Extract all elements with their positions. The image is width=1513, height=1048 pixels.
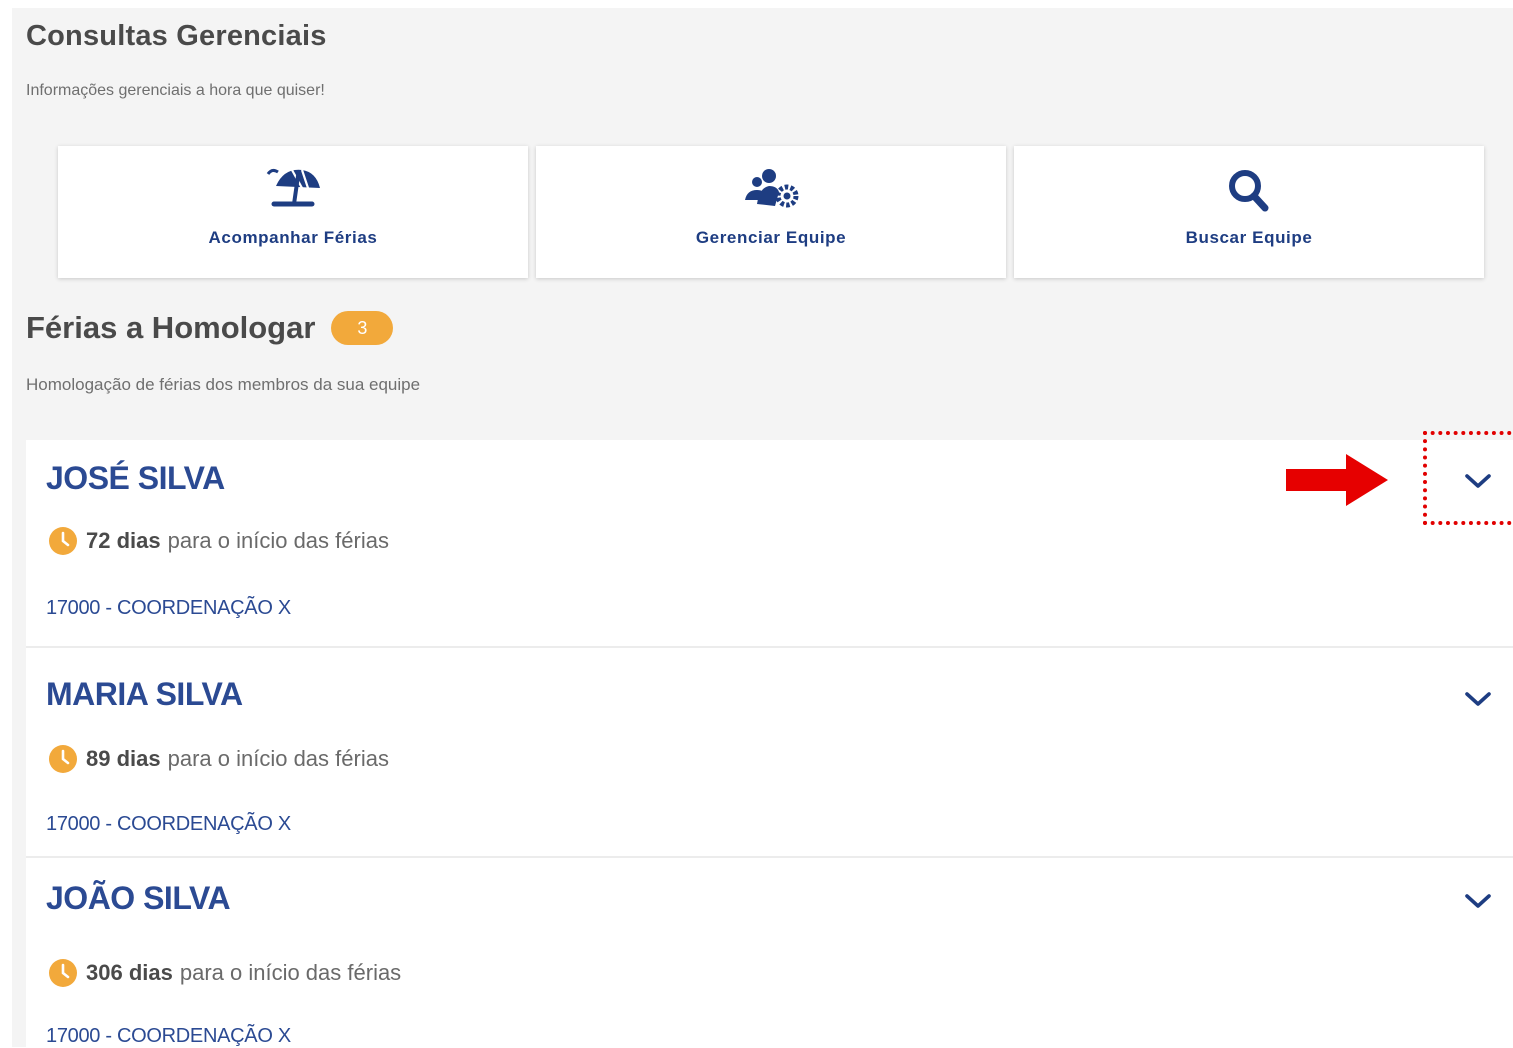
clock-icon — [49, 745, 77, 773]
employee-department: 17000 - COORDENAÇÃO X — [46, 1025, 291, 1047]
chevron-down-icon — [1465, 692, 1491, 706]
page-subtitle: Informações gerenciais a hora que quiser… — [26, 82, 325, 99]
days-suffix: para o início das férias — [167, 746, 389, 771]
annotation-highlight-box — [1423, 431, 1513, 525]
employee-card: MARIA SILVA 89 dias para o início das fé… — [26, 648, 1513, 858]
employee-name: JOSÉ SILVA — [46, 460, 225, 496]
section-subtitle: Homologação de férias dos membros da sua… — [26, 375, 421, 394]
buscar-equipe-label: Buscar Equipe — [1185, 228, 1313, 247]
gerenciar-equipe-label: Gerenciar Equipe — [695, 228, 847, 247]
days-count: 306 dias — [86, 960, 173, 985]
section-title: Férias a Homologar 3 — [26, 310, 394, 346]
clock-icon — [49, 527, 77, 555]
shortcut-cards: Acompanhar Férias Gerenciar Equipe Busca… — [58, 146, 1484, 278]
search-icon — [1221, 164, 1277, 216]
chevron-down-icon — [1465, 894, 1491, 908]
annotation-arrow-icon — [1286, 454, 1388, 506]
team-settings-icon — [739, 164, 803, 216]
employee-list: JOSÉ SILVA 72 dias para o início das fér… — [26, 440, 1513, 1047]
days-until-vacation: 72 dias para o início das férias — [48, 526, 389, 556]
acompanhar-ferias-card[interactable]: Acompanhar Férias — [58, 146, 528, 278]
count-badge: 3 — [331, 311, 394, 345]
employee-department: 17000 - COORDENAÇÃO X — [46, 813, 291, 835]
days-suffix: para o início das férias — [179, 960, 402, 985]
page-title: Consultas Gerenciais — [26, 20, 327, 52]
expand-button[interactable] — [1461, 682, 1495, 716]
days-suffix: para o início das férias — [167, 528, 389, 553]
days-count: 89 dias — [86, 746, 161, 771]
section-title-text: Férias a Homologar — [26, 310, 316, 345]
days-count: 72 dias — [86, 528, 161, 553]
employee-name: JOÃO SILVA — [46, 880, 231, 916]
clock-icon — [49, 959, 77, 987]
gerenciar-equipe-card[interactable]: Gerenciar Equipe — [536, 146, 1006, 278]
buscar-equipe-card[interactable]: Buscar Equipe — [1014, 146, 1484, 278]
beach-umbrella-icon — [262, 164, 324, 216]
employee-name: MARIA SILVA — [46, 676, 243, 712]
days-until-vacation: 89 dias para o início das férias — [48, 744, 389, 774]
expand-button[interactable] — [1461, 884, 1495, 918]
employee-card: JOÃO SILVA 306 dias para o início das fé… — [26, 858, 1513, 1047]
acompanhar-ferias-label: Acompanhar Férias — [208, 228, 378, 247]
employee-department: 17000 - COORDENAÇÃO X — [46, 597, 291, 619]
days-until-vacation: 306 dias para o início das férias — [48, 958, 401, 988]
